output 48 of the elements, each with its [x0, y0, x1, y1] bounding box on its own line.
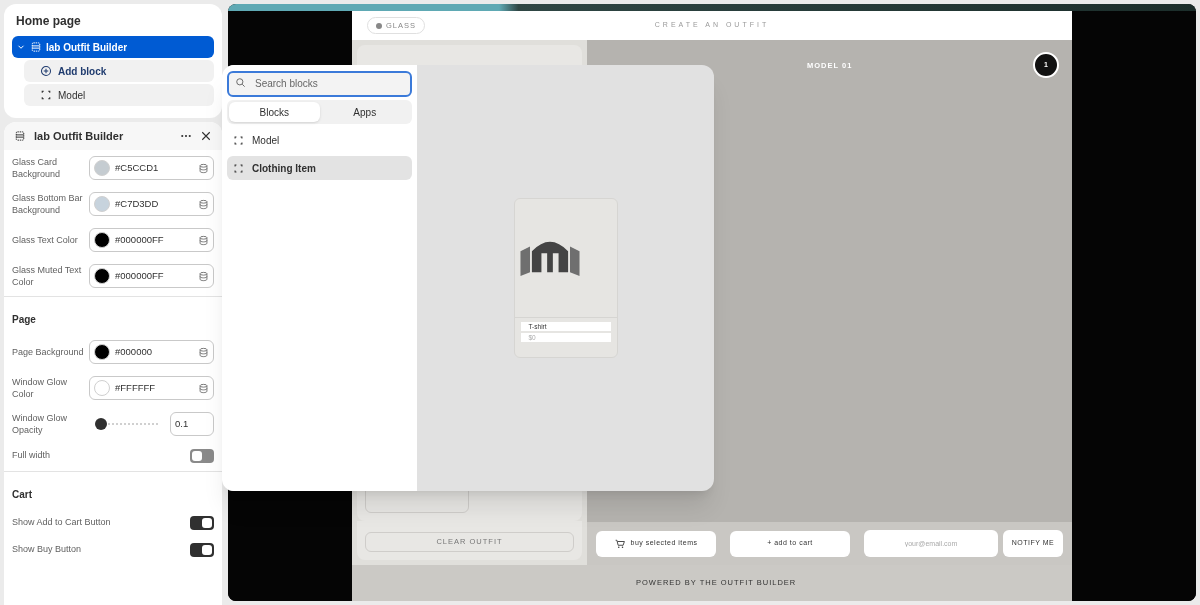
add-block-button[interactable]: Add block: [24, 60, 214, 82]
field-label: Full width: [12, 448, 50, 462]
color-field[interactable]: #FFFFFF: [89, 376, 214, 400]
field-label: Page Background: [12, 346, 85, 358]
block-list-item[interactable]: Model: [227, 128, 412, 152]
color-field[interactable]: #C7D3DD: [89, 192, 214, 216]
panel-title: lab Outfit Builder: [34, 128, 125, 144]
field-label: Window Glow Opacity: [12, 412, 68, 436]
section-icon: [30, 41, 42, 53]
block-icon: [40, 89, 52, 101]
color-field[interactable]: #000000FF: [89, 228, 214, 252]
tree-item[interactable]: Model: [24, 84, 214, 106]
search-field[interactable]: Search blocks: [227, 70, 412, 97]
toggle-switch[interactable]: [190, 448, 214, 463]
field-label: Glass Text Color: [12, 234, 79, 246]
database-icon: [198, 346, 209, 358]
slider-thumb[interactable]: [94, 418, 107, 430]
toggle-switch[interactable]: [190, 515, 214, 530]
tab[interactable]: Apps: [319, 102, 410, 122]
color-field[interactable]: #C5CCD1: [89, 156, 214, 180]
database-icon: [198, 198, 209, 210]
color-field[interactable]: #000000FF: [89, 264, 214, 288]
section-heading: Cart: [12, 489, 32, 500]
field-label: Glass Muted Text Color: [12, 264, 83, 288]
database-icon: [198, 382, 209, 394]
tree-item[interactable]: lab Outfit Builder: [12, 36, 214, 58]
field-label: Glass Card Background: [12, 156, 62, 180]
toggle-switch[interactable]: [190, 542, 214, 557]
field-label: Glass Bottom Bar Background: [12, 192, 84, 216]
database-icon: [198, 162, 209, 174]
field-label: Show Buy Button: [12, 542, 82, 556]
search-icon: [235, 77, 246, 88]
database-icon: [198, 234, 209, 246]
field-label: Show Add to Cart Button: [12, 515, 111, 529]
block-list-item[interactable]: Clothing Item: [227, 156, 412, 180]
cart-icon: [614, 538, 625, 549]
color-field[interactable]: #000000: [89, 340, 214, 364]
field-label: Window Glow Color: [12, 376, 68, 400]
section-icon: [14, 130, 26, 142]
plus-circle-icon: [40, 65, 52, 77]
block-icon: [233, 134, 244, 146]
number-field[interactable]: 0.1: [170, 412, 214, 436]
block-icon: [233, 162, 244, 174]
database-icon: [198, 270, 209, 282]
panel-title: Home page: [15, 13, 82, 30]
tab[interactable]: Blocks: [229, 102, 320, 122]
section-heading: Page: [12, 314, 36, 325]
close-icon: [200, 130, 212, 142]
